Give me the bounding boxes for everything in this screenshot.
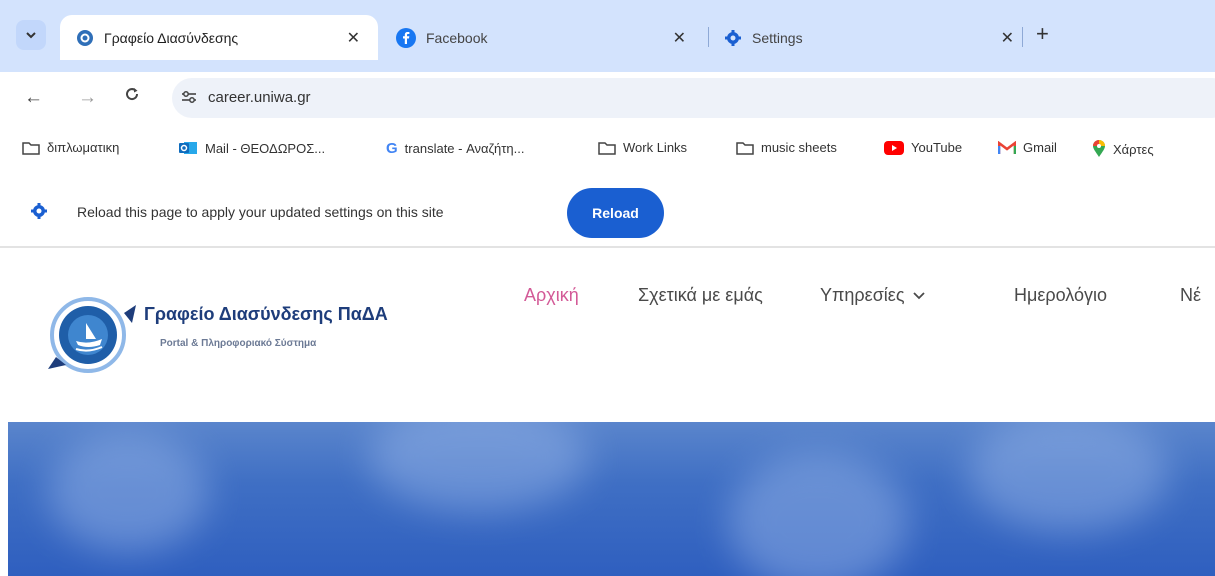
site-subtitle: Portal & Πληροφοριακό Σύστημα — [160, 338, 317, 349]
hero-decoration — [968, 422, 1168, 532]
new-tab-plus-icon[interactable]: + — [1036, 21, 1049, 47]
back-arrow-icon[interactable]: ← — [24, 87, 43, 109]
bookmark-item[interactable]: Χάρτες — [1092, 140, 1154, 158]
tab-title: Γραφείο Διασύνδεσης — [104, 29, 239, 46]
gmail-icon — [998, 140, 1016, 155]
bookmark-item[interactable]: G translate - Αναζήτη... — [386, 140, 524, 157]
site-settings-icon[interactable] — [180, 88, 198, 111]
tab-title: Settings — [752, 29, 803, 46]
nav-item-about[interactable]: Σχετικά με εμάς — [638, 285, 763, 306]
bookmark-label: διπλωματικη — [47, 140, 120, 155]
nav-item-calendar[interactable]: Ημερολόγιο — [1014, 285, 1107, 306]
hero-decoration — [368, 422, 588, 512]
tab-search-button[interactable] — [16, 20, 46, 50]
close-icon[interactable]: ✕ — [673, 28, 686, 48]
hero-decoration — [728, 452, 908, 576]
folder-icon — [736, 141, 754, 155]
address-bar[interactable] — [172, 78, 1215, 118]
bookmark-item[interactable]: Mail - ΘΕΟΔΩΡΟΣ... — [178, 140, 325, 156]
bookmark-label: translate - Αναζήτη... — [404, 141, 525, 156]
tab-title: Facebook — [426, 29, 488, 46]
tab-separator — [1022, 27, 1023, 47]
url-text[interactable]: career.uniwa.gr — [208, 89, 311, 106]
forward-arrow-icon[interactable]: → — [78, 87, 97, 109]
nav-item-news[interactable]: Νέ — [1180, 285, 1201, 306]
hero-decoration — [48, 432, 208, 552]
hero-banner — [8, 422, 1215, 576]
bookmark-label: Work Links — [623, 140, 688, 155]
tab-separator — [708, 27, 709, 47]
bookmark-item[interactable]: music sheets — [736, 140, 837, 155]
tab-career[interactable]: Γραφείο Διασύνδεσης ✕ — [60, 15, 378, 60]
close-icon[interactable]: ✕ — [347, 28, 360, 48]
bookmark-label: Mail - ΘΕΟΔΩΡΟΣ... — [205, 140, 326, 156]
tab-settings[interactable]: Settings ✕ — [718, 15, 1028, 60]
facebook-icon — [396, 27, 416, 48]
chevron-down-icon — [26, 32, 36, 39]
bookmark-item[interactable]: YouTube — [884, 140, 962, 155]
bookmark-item[interactable]: διπλωματικη — [22, 140, 119, 155]
nav-item-home[interactable]: Αρχική — [524, 285, 579, 306]
bookmark-item[interactable]: Gmail — [998, 140, 1057, 155]
bookmark-item[interactable]: Work Links — [598, 140, 687, 155]
google-icon: G — [386, 140, 398, 157]
nav-item-services[interactable]: Υπηρεσίες — [820, 285, 925, 306]
site-logo[interactable] — [46, 283, 138, 388]
folder-icon — [598, 141, 616, 155]
bookmark-label: Gmail — [1023, 140, 1057, 155]
site-title[interactable]: Γραφείο Διασύνδεσης ΠαΔΑ — [144, 304, 388, 325]
site-icon — [76, 29, 94, 47]
infobar-message: Reload this page to apply your updated s… — [77, 204, 444, 220]
folder-icon — [22, 141, 40, 155]
settings-gear-icon — [30, 202, 48, 225]
youtube-icon — [884, 140, 904, 155]
settings-gear-icon — [724, 29, 742, 47]
nav-item-label: Υπηρεσίες — [820, 285, 905, 305]
tab-facebook[interactable]: Facebook ✕ — [390, 15, 710, 60]
bookmark-label: YouTube — [911, 140, 963, 155]
reload-button[interactable]: Reload — [567, 188, 664, 238]
bookmark-label: Χάρτες — [1113, 141, 1154, 157]
bookmark-label: music sheets — [761, 140, 837, 155]
outlook-icon — [178, 140, 198, 156]
reload-icon[interactable] — [124, 86, 140, 108]
close-icon[interactable]: ✕ — [1001, 28, 1014, 48]
chevron-down-icon — [912, 291, 925, 299]
maps-icon — [1092, 140, 1106, 158]
